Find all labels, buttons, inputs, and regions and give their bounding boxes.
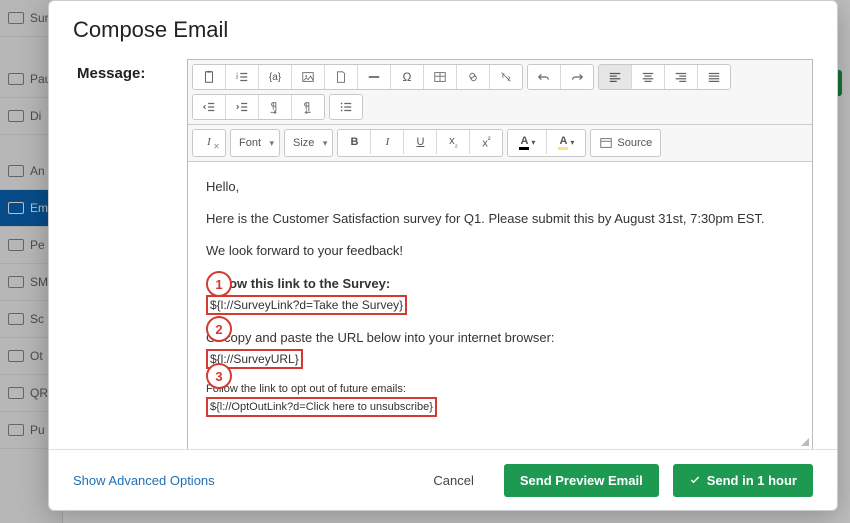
annotation-circle-3: 3 xyxy=(206,363,232,389)
text-color-button[interactable]: A▾ xyxy=(508,130,547,154)
resize-handle[interactable] xyxy=(798,435,810,447)
content-body-2: We look forward to your feedback! xyxy=(206,242,794,260)
send-button[interactable]: Send in 1 hour xyxy=(673,464,813,497)
piped-text-icon: {a} xyxy=(269,72,281,83)
redo-button[interactable] xyxy=(561,65,593,89)
align-right-button[interactable] xyxy=(665,65,698,89)
bold-button[interactable]: B xyxy=(338,130,371,154)
bold-icon: B xyxy=(350,136,358,148)
rich-text-editor: 12 {a} Ω xyxy=(187,59,813,450)
editor-content[interactable]: Hello, Here is the Customer Satisfaction… xyxy=(188,162,812,449)
image-icon xyxy=(301,70,315,84)
subscript-icon: x₂ xyxy=(449,135,458,149)
font-select[interactable]: Font xyxy=(230,129,280,157)
indent-button[interactable] xyxy=(226,95,259,119)
ltr-icon xyxy=(268,100,282,114)
link-button[interactable] xyxy=(457,65,490,89)
svg-text:2: 2 xyxy=(236,75,239,80)
bg-color-icon: A xyxy=(558,135,568,150)
rtl-icon xyxy=(301,100,315,114)
copy-url-header: Or copy and paste the URL below into you… xyxy=(206,329,794,347)
ltr-button[interactable] xyxy=(259,95,292,119)
italic-button[interactable]: I xyxy=(371,130,404,154)
underline-icon: U xyxy=(416,136,424,148)
subscript-button[interactable]: x₂ xyxy=(437,130,470,154)
piped-opt-out-link[interactable]: ${l://OptOutLink?d=Click here to unsubsc… xyxy=(206,397,437,417)
font-select-label: Font xyxy=(239,137,261,149)
align-right-icon xyxy=(674,70,688,84)
piped-survey-link[interactable]: ${l://SurveyLink?d=Take the Survey} xyxy=(206,295,407,315)
underline-button[interactable]: U xyxy=(404,130,437,154)
hr-button[interactable] xyxy=(358,65,391,89)
remove-format-button[interactable]: I✕ xyxy=(193,130,225,154)
page-root: Survey Pau Di An Em Pe SM Sc Ot QR Pu Em… xyxy=(0,0,850,523)
content-greeting: Hello, xyxy=(206,178,794,196)
table-button[interactable] xyxy=(424,65,457,89)
modal-footer: Show Advanced Options Cancel Send Previe… xyxy=(49,449,837,510)
image-button[interactable] xyxy=(292,65,325,89)
align-justify-button[interactable] xyxy=(698,65,730,89)
advanced-options-link[interactable]: Show Advanced Options xyxy=(73,473,215,488)
align-justify-icon xyxy=(707,70,721,84)
indent-icon xyxy=(235,100,249,114)
bullet-list-button[interactable] xyxy=(330,95,362,119)
outdent-button[interactable] xyxy=(193,95,226,119)
piped-text-button[interactable]: {a} xyxy=(259,65,292,89)
unlink-button[interactable] xyxy=(490,65,522,89)
send-preview-button[interactable]: Send Preview Email xyxy=(504,464,659,497)
modal-title: Compose Email xyxy=(73,17,813,43)
undo-button[interactable] xyxy=(528,65,561,89)
file-icon xyxy=(334,70,348,84)
cancel-button[interactable]: Cancel xyxy=(417,464,489,497)
annotation-circle-2: 2 xyxy=(206,316,232,342)
size-select-label: Size xyxy=(293,137,314,149)
clipboard-icon xyxy=(202,70,216,84)
annotation-circle-1: 1 xyxy=(206,271,232,297)
editor-toolbar-row-2: I✕ Font Size B I U x₂ x² A▾ A▾ xyxy=(188,125,812,162)
align-center-button[interactable] xyxy=(632,65,665,89)
rtl-button[interactable] xyxy=(292,95,324,119)
file-button[interactable] xyxy=(325,65,358,89)
editor-toolbar-row-1: 12 {a} Ω xyxy=(188,60,812,125)
check-icon xyxy=(689,474,701,486)
hr-icon xyxy=(367,70,381,84)
omega-icon: Ω xyxy=(403,70,412,84)
opt-out-label: Follow the link to opt out of future ema… xyxy=(206,383,794,395)
special-char-button[interactable]: Ω xyxy=(391,65,424,89)
superscript-button[interactable]: x² xyxy=(470,130,502,154)
bg-color-button[interactable]: A▾ xyxy=(547,130,585,154)
outdent-icon xyxy=(202,100,216,114)
message-label: Message: xyxy=(77,59,187,450)
source-icon xyxy=(599,136,613,150)
modal-body: Message: 12 {a} Ω xyxy=(49,55,837,450)
remove-format-icon: I✕ xyxy=(207,136,211,148)
unlink-icon xyxy=(499,70,513,84)
source-button-label: Source xyxy=(617,137,652,149)
modal-header: Compose Email xyxy=(49,1,837,51)
list-ol-icon: 12 xyxy=(235,70,249,84)
numbered-list-button[interactable]: 12 xyxy=(226,65,259,89)
align-left-icon xyxy=(608,70,622,84)
link-icon xyxy=(466,70,480,84)
source-button[interactable]: Source xyxy=(590,129,661,157)
paste-button[interactable] xyxy=(193,65,226,89)
table-icon xyxy=(433,70,447,84)
list-ul-icon xyxy=(339,100,353,114)
italic-icon: I xyxy=(386,136,390,148)
text-color-icon: A xyxy=(519,135,529,150)
superscript-icon: x² xyxy=(482,135,490,150)
redo-icon xyxy=(570,70,584,84)
compose-email-modal: Compose Email Message: 12 {a} Ω xyxy=(48,0,838,511)
align-center-icon xyxy=(641,70,655,84)
survey-link-header: Follow this link to the Survey: xyxy=(206,275,794,293)
size-select[interactable]: Size xyxy=(284,129,333,157)
undo-icon xyxy=(537,70,551,84)
align-left-button[interactable] xyxy=(599,65,632,89)
content-body-1: Here is the Customer Satisfaction survey… xyxy=(206,210,794,228)
